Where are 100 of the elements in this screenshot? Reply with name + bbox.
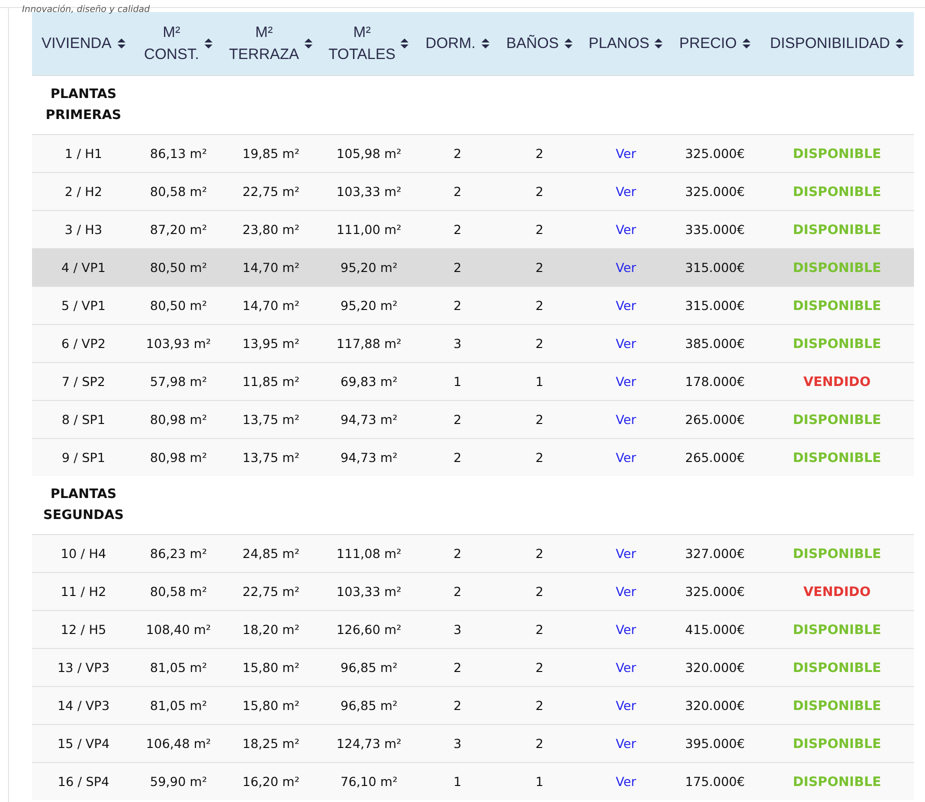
table-cell: 80,58 m² bbox=[150, 584, 207, 599]
plan-link[interactable]: Ver bbox=[616, 146, 636, 161]
table-cell: 106,48 m² bbox=[146, 736, 211, 751]
status-label: DISPONIBLE bbox=[792, 412, 882, 428]
table-cell: 95,20 m² bbox=[340, 298, 398, 313]
plan-link[interactable]: Ver bbox=[616, 222, 636, 237]
status-label: DISPONIBLE bbox=[792, 184, 882, 200]
sort-icon bbox=[895, 38, 904, 49]
table-cell: 69,83 m² bbox=[340, 374, 398, 389]
table-cell: 2 bbox=[454, 184, 462, 199]
table-cell: 3 / H3 bbox=[64, 222, 102, 237]
table-cell: 23,80 m² bbox=[242, 222, 300, 237]
table-cell: 13,95 m² bbox=[242, 336, 300, 351]
status-label: DISPONIBLE bbox=[792, 774, 882, 790]
table-cell: 2 bbox=[536, 622, 544, 637]
plan-link[interactable]: Ver bbox=[616, 298, 636, 313]
table-cell: 12 / H5 bbox=[60, 622, 106, 637]
table-cell: 117,88 m² bbox=[336, 336, 402, 351]
table-cell: 5 / VP1 bbox=[61, 298, 106, 313]
table-cell: 2 bbox=[454, 546, 462, 561]
table-cell: 2 bbox=[536, 146, 544, 161]
plan-link[interactable]: Ver bbox=[616, 546, 636, 561]
plan-link[interactable]: Ver bbox=[616, 584, 636, 599]
tagline: Innovación, diseño y calidad bbox=[22, 5, 150, 15]
table-cell: 22,75 m² bbox=[242, 184, 300, 199]
table-cell: 94,73 m² bbox=[340, 450, 398, 465]
table-cell: 19,85 m² bbox=[242, 146, 300, 161]
table-cell: 81,05 m² bbox=[150, 660, 207, 675]
sort-icon bbox=[654, 38, 664, 49]
sort-icon bbox=[116, 38, 126, 49]
table-cell: 86,23 m² bbox=[150, 546, 207, 561]
table-cell: 2 bbox=[454, 450, 462, 465]
table-cell: 76,10 m² bbox=[340, 774, 398, 789]
table-cell: 13,75 m² bbox=[242, 412, 300, 427]
table-cell: 18,20 m² bbox=[242, 622, 300, 637]
plan-link[interactable]: Ver bbox=[616, 622, 636, 637]
table-cell: 108,40 m² bbox=[146, 622, 211, 637]
table-cell: 2 bbox=[454, 298, 462, 313]
table-cell: 325.000€ bbox=[685, 146, 745, 161]
table-cell: 80,98 m² bbox=[150, 412, 207, 427]
table-cell: 10 / H4 bbox=[60, 546, 106, 561]
table-cell: 80,50 m² bbox=[150, 260, 207, 275]
sort-icon bbox=[480, 38, 490, 49]
table-cell: 3 bbox=[454, 622, 462, 637]
table-cell: 2 bbox=[454, 222, 462, 237]
table-cell: 96,85 m² bbox=[340, 660, 398, 675]
table-cell: 105,98 m² bbox=[336, 146, 402, 161]
table-cell: 2 bbox=[454, 260, 462, 275]
table-cell: 415.000€ bbox=[685, 622, 745, 637]
sort-icon bbox=[564, 38, 573, 49]
plan-link[interactable]: Ver bbox=[616, 660, 636, 675]
table-cell: 4 / VP1 bbox=[61, 260, 106, 275]
status-label: DISPONIBLE bbox=[792, 698, 882, 714]
table-cell: 15,80 m² bbox=[242, 698, 300, 713]
table-cell: 2 bbox=[536, 184, 544, 199]
table-cell: 103,93 m² bbox=[146, 336, 211, 351]
plan-link[interactable]: Ver bbox=[616, 374, 636, 389]
table-cell: 15 / VP4 bbox=[57, 736, 110, 751]
plan-link[interactable]: Ver bbox=[616, 412, 636, 427]
table-cell: 395.000€ bbox=[685, 736, 745, 751]
table-cell: 94,73 m² bbox=[340, 412, 398, 427]
table-cell: 86,13 m² bbox=[150, 146, 207, 161]
sort-icon bbox=[400, 38, 410, 49]
table-cell: 385.000€ bbox=[685, 336, 745, 351]
plan-link[interactable]: Ver bbox=[616, 736, 636, 751]
status-label: DISPONIBLE bbox=[792, 660, 882, 676]
plan-link[interactable]: Ver bbox=[616, 774, 636, 789]
table-cell: 335.000€ bbox=[685, 222, 745, 237]
status-label: DISPONIBLE bbox=[792, 146, 882, 162]
table-cell: 2 bbox=[536, 698, 544, 713]
plan-link[interactable]: Ver bbox=[616, 698, 636, 713]
table-cell: 124,73 m² bbox=[336, 736, 402, 751]
plan-link[interactable]: Ver bbox=[616, 450, 636, 465]
sort-icon bbox=[304, 38, 313, 49]
table-cell: 96,85 m² bbox=[340, 698, 398, 713]
section-title: PLANTAS SEGUNDAS bbox=[42, 486, 125, 525]
table-cell: 2 bbox=[536, 260, 544, 275]
plan-link[interactable]: Ver bbox=[616, 336, 636, 351]
table-cell: 1 bbox=[454, 774, 462, 789]
table-cell: 2 bbox=[536, 736, 544, 751]
table-cell: 24,85 m² bbox=[242, 546, 300, 561]
table-cell: 80,58 m² bbox=[150, 184, 207, 199]
sort-icon bbox=[742, 38, 751, 49]
table-cell: 315.000€ bbox=[685, 298, 745, 313]
table-cell: 103,33 m² bbox=[336, 584, 402, 599]
table-cell: 57,98 m² bbox=[150, 374, 207, 389]
table-cell: 11 / H2 bbox=[60, 584, 106, 599]
status-label: DISPONIBLE bbox=[792, 222, 882, 238]
plan-link[interactable]: Ver bbox=[616, 184, 636, 199]
table-cell: 2 bbox=[454, 584, 462, 599]
table-cell: 22,75 m² bbox=[242, 584, 300, 599]
status-label: VENDIDO bbox=[803, 584, 871, 600]
plan-link[interactable]: Ver bbox=[616, 260, 636, 275]
table-cell: 320.000€ bbox=[685, 660, 745, 675]
status-label: DISPONIBLE bbox=[792, 622, 882, 638]
table-cell: 80,98 m² bbox=[150, 450, 207, 465]
table-cell: 18,25 m² bbox=[242, 736, 300, 751]
table-cell: 87,20 m² bbox=[150, 222, 207, 237]
table-cell: 2 / H2 bbox=[64, 184, 102, 199]
table-cell: 1 bbox=[536, 774, 544, 789]
